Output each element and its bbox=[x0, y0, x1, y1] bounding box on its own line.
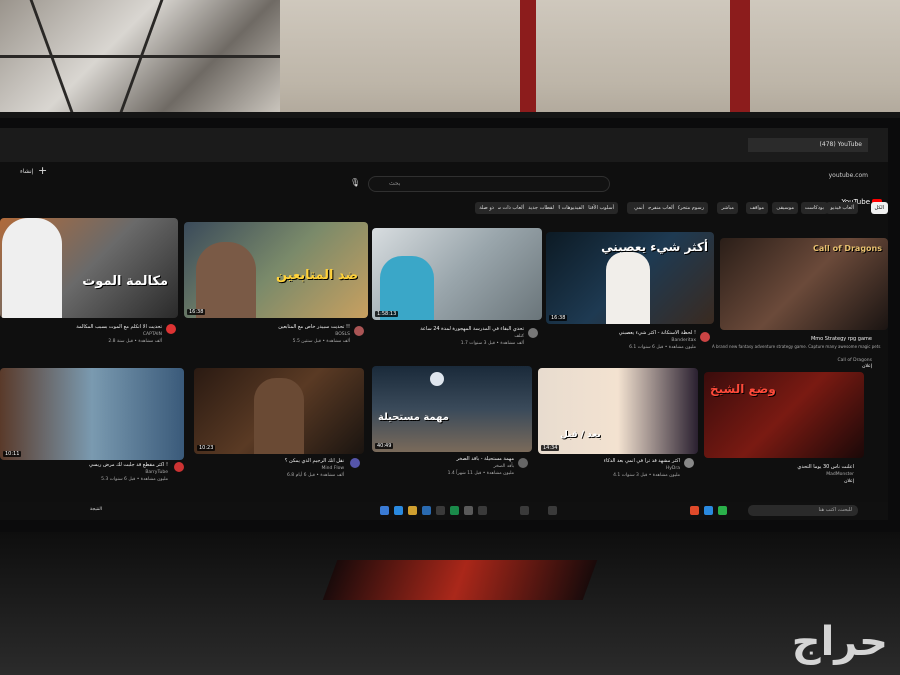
ad-sponsored-label: إعلان bbox=[844, 479, 854, 484]
video-meta: 2.8 ألف مشاهدة • قبل سنة bbox=[108, 339, 162, 344]
video-title[interactable]: مهمة مستحيلة - بأقد الصخر bbox=[372, 456, 514, 462]
video-title[interactable]: تحديت سبيدر خاص مع المتابعين !! bbox=[184, 324, 350, 330]
chip-0[interactable]: الكل bbox=[870, 202, 888, 214]
video-channel[interactable]: Banderitax bbox=[546, 338, 696, 343]
person-figure bbox=[606, 252, 650, 324]
app-icon[interactable] bbox=[704, 506, 713, 515]
app-icon[interactable] bbox=[422, 506, 431, 515]
folder-icon[interactable] bbox=[408, 506, 417, 515]
taskbar-search-input[interactable]: للبحث، اكتب هنا bbox=[748, 505, 858, 516]
mirror-frame bbox=[0, 55, 280, 58]
chip-5[interactable]: مباشر bbox=[717, 202, 738, 214]
chip-13[interactable]: ذو صلة bbox=[475, 202, 498, 214]
video-channel[interactable]: BOSLS bbox=[184, 332, 350, 337]
video-thumbnail[interactable]: مكالمة الموت bbox=[0, 218, 178, 318]
person-figure bbox=[196, 242, 256, 318]
chip-3[interactable]: موسيقى bbox=[772, 202, 798, 214]
video-thumbnail[interactable]: 1:58:13 bbox=[372, 228, 542, 320]
video-title[interactable]: لحظة الاستكانة - أكثر شيء يعصبني ! bbox=[546, 330, 696, 336]
app-icon[interactable] bbox=[436, 506, 445, 515]
video-channel[interactable]: CAPTAIN bbox=[0, 332, 162, 337]
monitor-stand bbox=[322, 560, 598, 600]
video-title[interactable]: تحدي البقاء في المدرسة المهجورة لمدة 24 … bbox=[372, 326, 524, 332]
ad-thumbnail[interactable]: وضع الشيخ bbox=[704, 372, 864, 458]
ad-title[interactable]: Mmo Strategy rpg game bbox=[712, 336, 872, 342]
video-thumbnail[interactable]: 10:23 bbox=[194, 368, 364, 454]
chrome-icon[interactable] bbox=[690, 506, 699, 515]
app-icon[interactable] bbox=[478, 506, 487, 515]
video-channel[interactable]: HyDra bbox=[538, 466, 680, 471]
video-meta: 5.5 ألف مشاهدة • قبل سنتين bbox=[292, 339, 350, 344]
moon bbox=[430, 372, 444, 386]
video-meta: 1.4 مليون مشاهدة • قبل 11 شهراً bbox=[447, 471, 514, 476]
video-thumbnail[interactable]: بعد / قبل 14:34 bbox=[538, 368, 698, 454]
create-plus-icon[interactable]: + bbox=[38, 164, 47, 177]
person-figure bbox=[254, 378, 304, 454]
app-icon[interactable] bbox=[450, 506, 459, 515]
video-title[interactable]: تحديت الا أتكلم مع الموت بسبب المكالمة bbox=[0, 324, 162, 330]
video-title[interactable]: أعلنت ناس 30 يوماً التحدي bbox=[704, 464, 854, 470]
video-thumbnail[interactable]: أكثر شيء يعصبني 16:38 bbox=[546, 232, 714, 324]
ad-sponsored-label: إعلان bbox=[862, 364, 872, 369]
video-meta: 4.1 مليون مشاهدة • قبل 3 سنوات bbox=[613, 473, 680, 478]
browser-toolbar: (478) YouTube bbox=[0, 128, 888, 162]
chip-8[interactable]: أنمي bbox=[630, 202, 648, 214]
channel-avatar[interactable] bbox=[174, 462, 184, 472]
desk-surface bbox=[0, 532, 900, 675]
video-meta: 6.8 ألف مشاهدة • قبل 6 أيام bbox=[286, 473, 344, 478]
edge-icon[interactable] bbox=[380, 506, 389, 515]
video-meta: 5.3 مليون مشاهدة • قبل 6 سنوات bbox=[101, 477, 168, 482]
video-meta: 6.1 مليون مشاهدة • قبل 6 سنوات bbox=[629, 345, 696, 350]
ad-description: A brand new fantasy adventure strategy g… bbox=[712, 344, 881, 349]
search-input[interactable]: بحث bbox=[368, 176, 610, 192]
person-figure bbox=[2, 218, 62, 318]
channel-avatar[interactable] bbox=[700, 332, 710, 342]
app-icon[interactable] bbox=[548, 506, 557, 515]
windows-taskbar: للبحث، اكتب هنا النتيجة bbox=[0, 502, 888, 520]
address-bar[interactable]: youtube.com bbox=[829, 172, 868, 179]
video-channel[interactable]: MadMonster bbox=[704, 472, 854, 477]
monitor-screen: (478) YouTube YouTube youtube.com + إنشا… bbox=[0, 128, 888, 520]
channel-avatar[interactable] bbox=[350, 458, 360, 468]
channel-avatar[interactable] bbox=[354, 326, 364, 336]
video-thumbnail[interactable]: ضد المتابعين 16:38 bbox=[184, 222, 368, 318]
channel-avatar[interactable] bbox=[528, 328, 538, 338]
video-channel[interactable]: BarryTube bbox=[0, 470, 168, 475]
video-title[interactable]: نقل أنك الرجيم الذي يمكن ؟ bbox=[194, 458, 344, 464]
video-title[interactable]: أكثر مقطع قد جلبت لك مرض ريسي ! bbox=[0, 462, 168, 468]
app-icon[interactable] bbox=[718, 506, 727, 515]
create-button[interactable]: إنشاء bbox=[20, 168, 33, 175]
mic-icon[interactable]: 🎙 bbox=[350, 178, 360, 187]
chip-4[interactable]: مواقف bbox=[745, 202, 768, 214]
category-chips: الكل ألعاب فيديو بودكاست موسيقى مواقف مباشر رس… bbox=[458, 202, 888, 216]
channel-avatar[interactable] bbox=[684, 458, 694, 468]
ad-thumbnail[interactable]: Call of Dragons bbox=[720, 238, 888, 330]
video-channel[interactable]: كتلف bbox=[372, 334, 524, 339]
channel-avatar[interactable] bbox=[518, 458, 528, 468]
weather-widget[interactable]: النتيجة bbox=[90, 507, 102, 512]
chip-1[interactable]: ألعاب فيديو bbox=[826, 202, 858, 214]
chip-2[interactable]: بودكاست bbox=[800, 202, 828, 214]
video-title[interactable]: أكثر مشهد قد ترا في أنمي بعد الذكاء bbox=[538, 458, 680, 464]
video-channel[interactable]: Mind Flow bbox=[194, 466, 344, 471]
ad-advertiser: Call of Dragons bbox=[837, 358, 872, 363]
video-thumbnail[interactable]: 10:11 bbox=[0, 368, 184, 460]
app-icon[interactable] bbox=[520, 506, 529, 515]
haraj-watermark: حراج bbox=[791, 619, 888, 665]
video-thumbnail[interactable]: مهمة مستحيلة 40:49 bbox=[372, 366, 532, 452]
app-icon[interactable] bbox=[394, 506, 403, 515]
app-icon[interactable] bbox=[464, 506, 473, 515]
video-channel[interactable]: بأقد الصخر bbox=[372, 464, 514, 469]
channel-avatar[interactable] bbox=[166, 324, 176, 334]
video-meta: 1.7 ألف مشاهدة • قبل 3 سنوات bbox=[460, 341, 524, 346]
browser-tab[interactable]: (478) YouTube bbox=[748, 138, 868, 152]
